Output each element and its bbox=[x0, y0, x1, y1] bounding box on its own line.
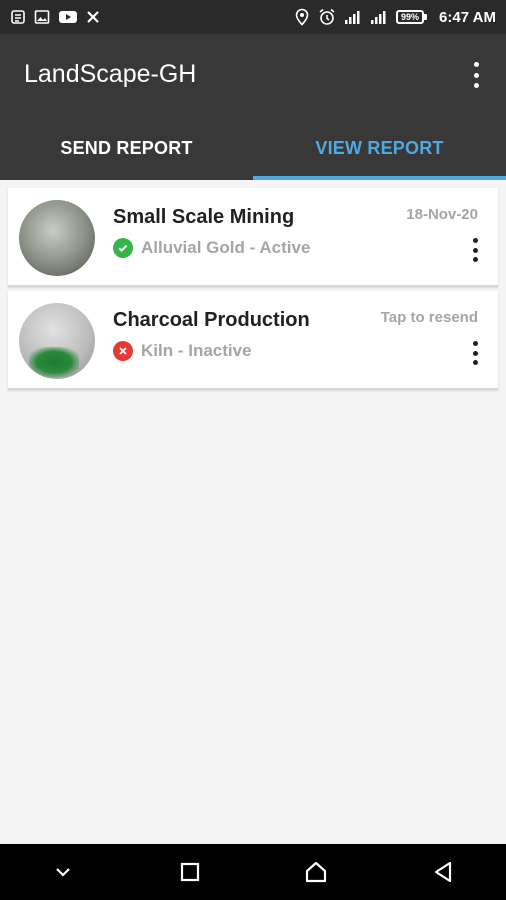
status-bar: 99% 6:47 AM bbox=[0, 0, 506, 34]
nav-collapse-icon[interactable] bbox=[33, 844, 93, 900]
nav-home-icon[interactable] bbox=[286, 844, 346, 900]
tab-send-report[interactable]: SEND REPORT bbox=[0, 116, 253, 180]
sim-icon bbox=[10, 9, 26, 25]
battery-level: 99% bbox=[396, 10, 425, 24]
report-more-icon[interactable] bbox=[470, 341, 480, 365]
signal-icon bbox=[344, 10, 362, 24]
status-bar-left bbox=[10, 9, 100, 25]
report-item[interactable]: Charcoal Production Kiln - Inactive Tap … bbox=[8, 291, 498, 390]
report-subtitle-row: Alluvial Gold - Active bbox=[113, 238, 310, 258]
image-icon bbox=[34, 9, 50, 25]
report-subtitle-row: Kiln - Inactive bbox=[113, 341, 252, 361]
tab-indicator bbox=[253, 176, 506, 180]
status-time: 6:47 AM bbox=[439, 8, 496, 26]
alarm-icon bbox=[318, 8, 336, 26]
navigation-bar bbox=[0, 844, 506, 900]
cancel-circle-icon bbox=[113, 341, 133, 361]
tab-view-report[interactable]: VIEW REPORT bbox=[253, 116, 506, 180]
location-icon bbox=[294, 8, 310, 26]
youtube-icon bbox=[58, 9, 78, 25]
nav-recents-icon[interactable] bbox=[160, 844, 220, 900]
tab-send-report-label: SEND REPORT bbox=[60, 137, 193, 158]
tap-to-resend-link[interactable]: Tap to resend bbox=[381, 309, 478, 326]
report-thumbnail bbox=[19, 200, 95, 276]
report-date: 18-Nov-20 bbox=[406, 206, 478, 223]
more-vert-icon[interactable] bbox=[464, 60, 488, 90]
report-list: Small Scale Mining Alluvial Gold - Activ… bbox=[8, 188, 498, 394]
app-bar: LandScape-GH SEND REPORT VIEW REPORT bbox=[0, 34, 506, 180]
report-more-icon[interactable] bbox=[470, 238, 480, 262]
tab-bar: SEND REPORT VIEW REPORT bbox=[0, 116, 506, 180]
battery-icon: 99% bbox=[396, 10, 428, 24]
check-circle-icon bbox=[113, 238, 133, 258]
report-subtitle: Kiln - Inactive bbox=[141, 341, 252, 360]
status-bar-right: 99% 6:47 AM bbox=[294, 8, 496, 26]
report-subtitle: Alluvial Gold - Active bbox=[141, 238, 311, 257]
report-thumbnail bbox=[19, 303, 95, 379]
tab-view-report-label: VIEW REPORT bbox=[315, 137, 444, 158]
app-title: LandScape-GH bbox=[24, 60, 197, 88]
report-title: Small Scale Mining bbox=[113, 206, 295, 228]
report-title: Charcoal Production bbox=[113, 309, 310, 331]
x-icon bbox=[86, 10, 100, 24]
report-item[interactable]: Small Scale Mining Alluvial Gold - Activ… bbox=[8, 188, 498, 287]
signal-2-icon bbox=[370, 10, 388, 24]
nav-back-icon[interactable] bbox=[413, 844, 473, 900]
